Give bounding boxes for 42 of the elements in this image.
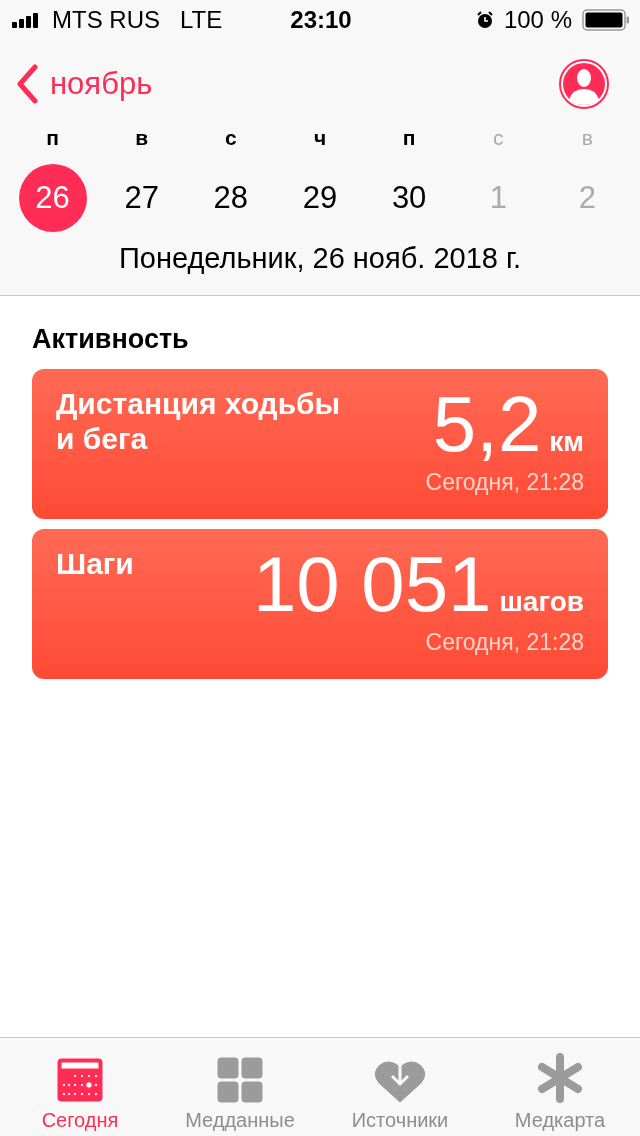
- day-button[interactable]: 28: [196, 164, 265, 232]
- grid-icon: [217, 1057, 263, 1103]
- card-unit: км: [549, 426, 584, 458]
- day-button[interactable]: 1: [464, 164, 533, 232]
- weekday-label: в: [135, 126, 149, 150]
- weekday-label: ч: [313, 126, 327, 150]
- alarm-icon: [475, 11, 494, 29]
- tab-button[interactable]: Медкарта: [480, 1038, 640, 1136]
- weekday-label: с: [493, 126, 504, 150]
- card-title: Шаги: [56, 547, 135, 582]
- weekday-label: п: [402, 126, 416, 150]
- card-time: Сегодня, 21:28: [425, 629, 584, 657]
- calendar-icon: [57, 1057, 103, 1103]
- card-value: 5,2: [432, 387, 542, 462]
- day-button[interactable]: 26: [18, 164, 87, 232]
- weekday-label: в: [581, 126, 593, 150]
- tab-button[interactable]: Источники: [320, 1038, 480, 1136]
- chevron-left-icon: [16, 64, 38, 104]
- carrier-name: MTS RUS: [52, 6, 160, 34]
- day-button[interactable]: 29: [286, 164, 354, 232]
- tab-button[interactable]: Сегодня: [0, 1038, 160, 1136]
- tab-button[interactable]: Медданные: [160, 1038, 320, 1136]
- section-title: Активность: [32, 324, 190, 355]
- status-time: 23:10: [290, 6, 352, 34]
- card-time: Сегодня, 21:28: [425, 469, 584, 497]
- network-type: LTE: [180, 6, 223, 34]
- card-unit: шагов: [499, 586, 584, 618]
- profile-icon[interactable]: [558, 58, 610, 110]
- day-button[interactable]: 2: [553, 164, 622, 232]
- activity-card[interactable]: Шаги 10 051 шагов Сегодня, 21:28: [32, 529, 608, 679]
- activity-card[interactable]: Дистанция ходьбы и бега 5,2 км Сегодня, 21:28: [32, 369, 608, 519]
- asterisk-icon: [536, 1053, 584, 1103]
- battery-icon: [582, 9, 630, 31]
- battery-percent: 100 %: [503, 6, 572, 34]
- card-title: Дистанция ходьбы и бега: [56, 387, 342, 457]
- back-button[interactable]: ноябрь: [16, 64, 153, 104]
- date-title: Понедельник, 26 нояб. 2018 г.: [117, 241, 523, 276]
- day-button[interactable]: 27: [107, 164, 176, 232]
- weekday-label: с: [225, 126, 237, 150]
- weekday-label: п: [46, 126, 59, 150]
- day-button[interactable]: 30: [375, 164, 444, 232]
- card-value: 10 051: [252, 547, 492, 622]
